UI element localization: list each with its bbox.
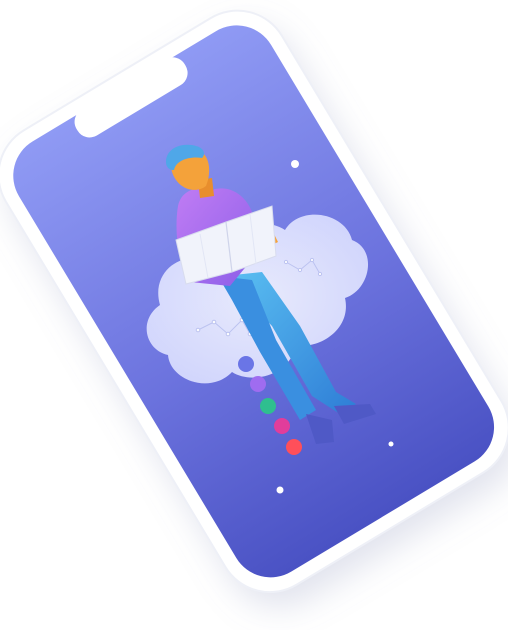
phone-illustration [0,9,508,594]
color-dot-1 [238,356,254,372]
illustration-stage [0,0,508,630]
color-dot-2 [250,376,266,392]
color-dot-4 [274,418,290,434]
star-dot [388,441,394,447]
star-dot [276,486,284,494]
star-dot [291,160,299,168]
color-dot-3 [260,398,276,414]
color-dot-5 [286,439,302,455]
